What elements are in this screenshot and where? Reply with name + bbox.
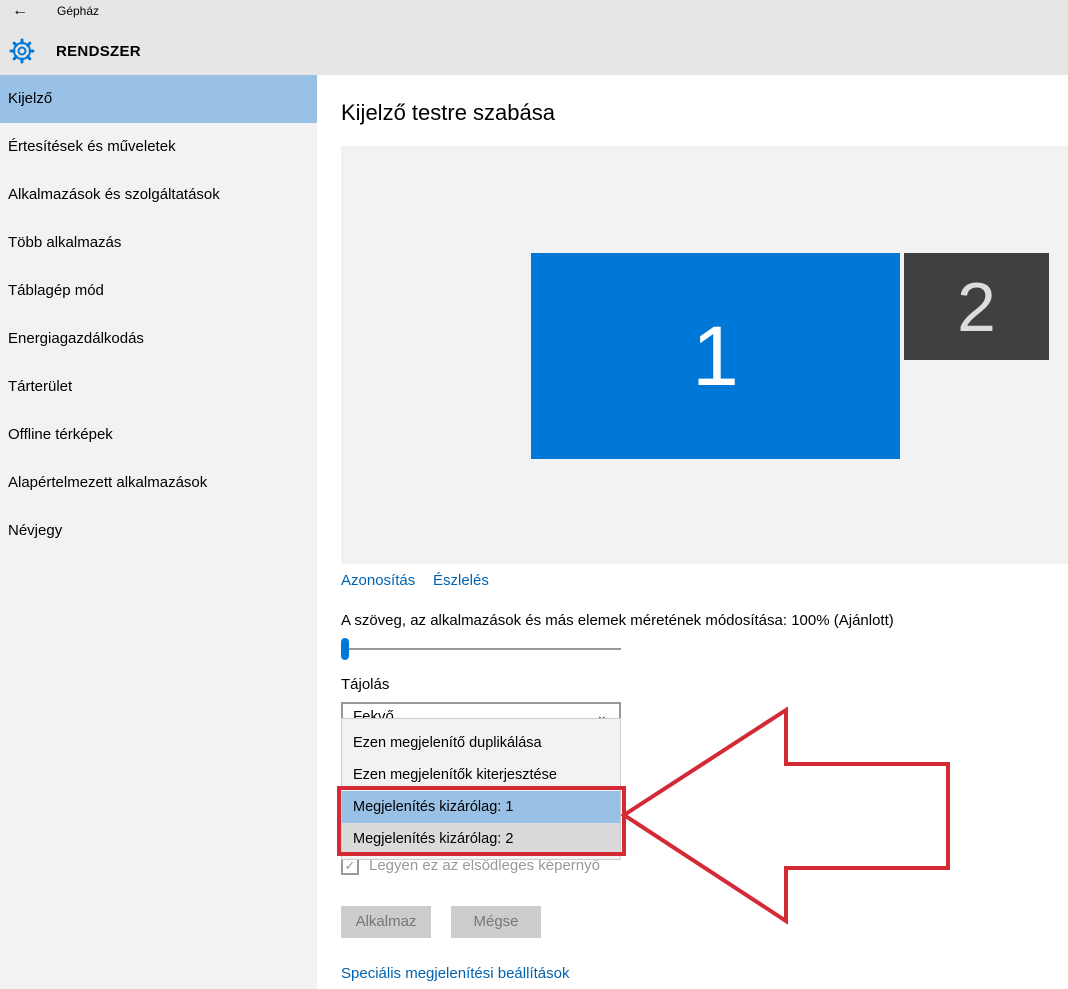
identify-link[interactable]: Azonosítás (341, 572, 415, 589)
sidebar-item-multitasking[interactable]: Több alkalmazás (0, 219, 317, 267)
sidebar-item-storage[interactable]: Tárterület (0, 363, 317, 411)
sidebar-item-power[interactable]: Energiagazdálkodás (0, 315, 317, 363)
back-arrow-icon[interactable]: ← (12, 2, 28, 20)
orientation-label: Tájolás (341, 676, 390, 693)
monitor-1[interactable]: 1 (531, 253, 900, 459)
scale-slider-thumb[interactable] (341, 638, 349, 660)
sidebar-item-display[interactable]: Kijelző (0, 75, 317, 123)
display-arrangement-preview: 1 2 (341, 146, 1068, 564)
scale-slider-track[interactable] (341, 648, 621, 650)
highlight-box (337, 786, 626, 856)
advanced-display-settings-link[interactable]: Speciális megjelenítési beállítások (341, 965, 569, 982)
monitor-2[interactable]: 2 (904, 253, 1049, 360)
section-title: RENDSZER (56, 43, 141, 60)
monitor-2-number: 2 (957, 267, 996, 346)
sidebar-item-default-apps[interactable]: Alapértelmezett alkalmazások (0, 459, 317, 507)
app-title: Gépház (57, 4, 100, 18)
detect-link[interactable]: Észlelés (433, 572, 489, 589)
title-bar: ← Gépház RENDSZER (0, 0, 1068, 75)
page-title: Kijelző testre szabása (341, 100, 555, 125)
sidebar-item-apps[interactable]: Alkalmazások és szolgáltatások (0, 171, 317, 219)
sidebar-item-notifications[interactable]: Értesítések és műveletek (0, 123, 317, 171)
monitor-1-number: 1 (692, 308, 739, 403)
sidebar: Kijelző Értesítések és műveletek Alkalma… (0, 75, 317, 989)
sidebar-item-tablet-mode[interactable]: Táblagép mód (0, 267, 317, 315)
option-duplicate[interactable]: Ezen megjelenítő duplikálása (342, 727, 620, 759)
scale-label: A szöveg, az alkalmazások és más elemek … (341, 612, 894, 629)
cancel-button[interactable]: Mégse (451, 906, 541, 938)
apply-button[interactable]: Alkalmaz (341, 906, 431, 938)
sidebar-item-offline-maps[interactable]: Offline térképek (0, 411, 317, 459)
gear-icon (9, 38, 35, 64)
sidebar-item-about[interactable]: Névjegy (0, 507, 317, 555)
